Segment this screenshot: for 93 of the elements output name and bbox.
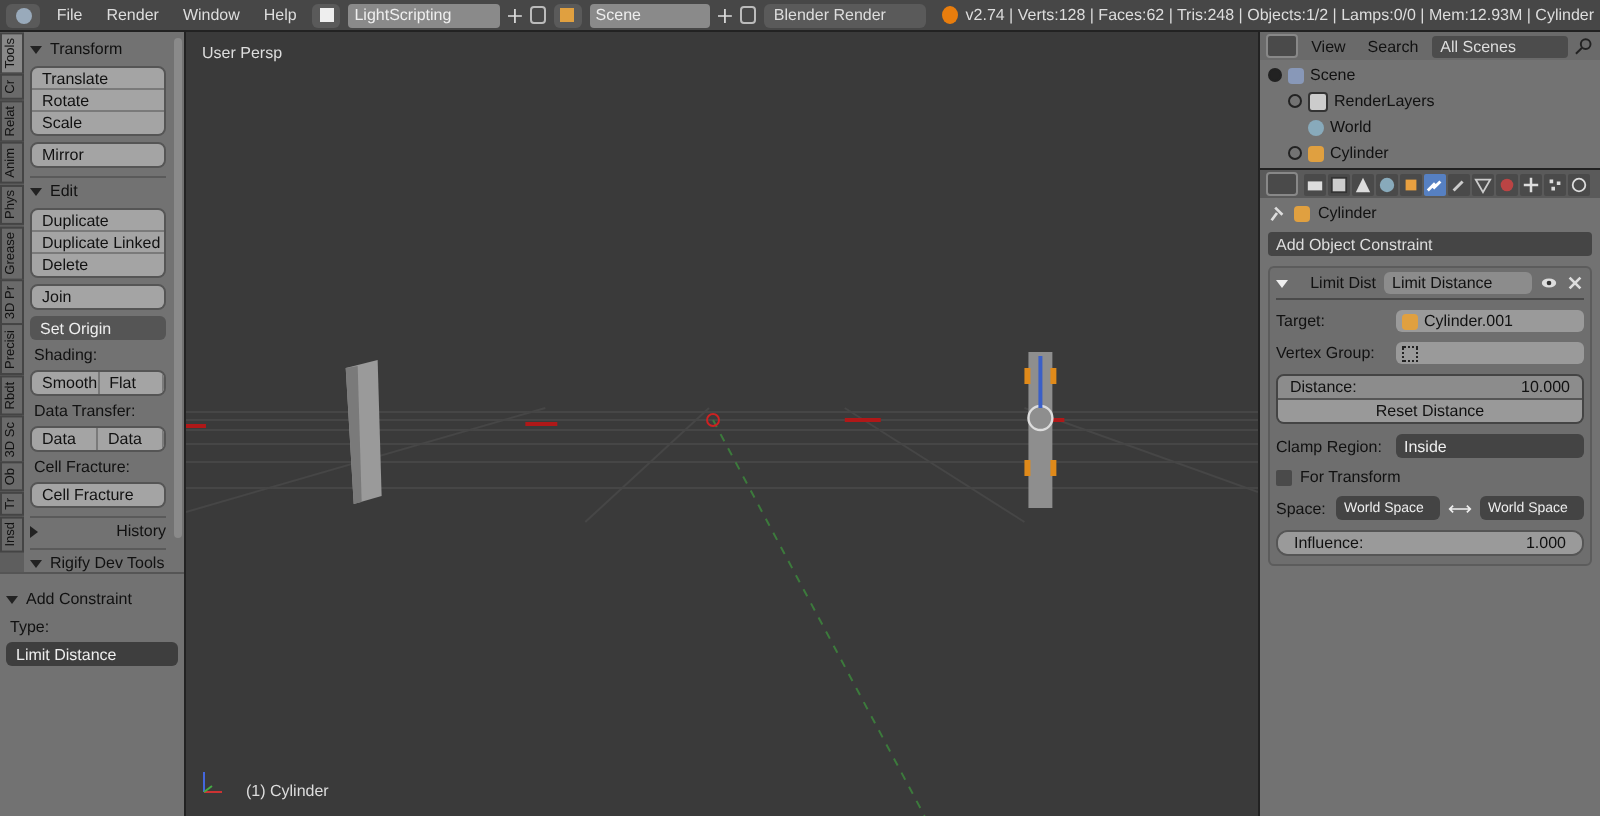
tool-button[interactable]: Smooth	[32, 372, 100, 394]
cross-icon[interactable]	[1520, 173, 1542, 195]
constraint-type-label: Limit Dist	[1308, 274, 1376, 292]
field-label: Space:	[1276, 499, 1328, 517]
expand-toggle-icon[interactable]	[1268, 68, 1282, 82]
editor-type-icon[interactable]	[1266, 34, 1298, 58]
panel-header[interactable]: Rigify Dev Tools	[30, 550, 166, 572]
tool-button[interactable]: Delete	[32, 254, 164, 276]
dots-icon[interactable]	[1544, 173, 1566, 195]
expand-triangle-icon[interactable]	[30, 559, 42, 567]
tool-button[interactable]: Duplicate	[32, 210, 164, 232]
tree-item[interactable]: RenderLayers	[1334, 92, 1435, 110]
constraint-name-field[interactable]: Limit Distance	[1384, 272, 1532, 294]
panel-title: History	[116, 522, 166, 540]
menu-item[interactable]: Window	[174, 6, 248, 24]
checkbox-label: For Transform	[1300, 468, 1403, 486]
section-label: Data Transfer:	[32, 402, 138, 420]
scene-icon	[1288, 67, 1304, 83]
menu-item[interactable]: Render	[98, 6, 167, 24]
target-field[interactable]: Cylinder.001	[1396, 310, 1584, 332]
triangle-icon[interactable]	[1472, 173, 1494, 195]
layout-field[interactable]: LightScripting	[348, 3, 500, 27]
field-label: Vertex Group:	[1276, 344, 1377, 362]
add-icon[interactable]	[507, 7, 522, 23]
add-icon[interactable]	[717, 7, 732, 23]
breadcrumb-label: Cylinder	[1318, 204, 1377, 222]
image-icon	[1308, 91, 1328, 111]
tool-button[interactable]: Cell Fracture	[32, 484, 164, 506]
dropdown[interactable]: Set Origin	[30, 316, 166, 340]
panel-title: Transform	[50, 40, 123, 58]
tool-button[interactable]: Data	[98, 428, 164, 450]
globe-icon[interactable]	[1376, 173, 1398, 195]
tool-button[interactable]: Translate	[32, 68, 164, 90]
menu-item[interactable]: Search	[1359, 37, 1427, 55]
menu-item[interactable]: View	[1303, 37, 1354, 55]
scene-field[interactable]: Scene	[589, 3, 710, 27]
panel-header[interactable]: Transform	[30, 36, 166, 62]
filter-dropdown[interactable]: All Scenes	[1432, 35, 1569, 57]
tool-button[interactable]: Join	[32, 286, 164, 308]
panel-title: Add Constraint	[26, 590, 132, 608]
logo-icon	[941, 6, 958, 24]
section-label: Cell Fracture:	[32, 458, 133, 476]
image-icon[interactable]	[1328, 173, 1350, 195]
expand-toggle-icon[interactable]	[1288, 146, 1302, 160]
menu-item[interactable]: Help	[255, 6, 305, 24]
distance-number-field[interactable]: Distance: 10.000	[1278, 376, 1582, 400]
section-label: Shading:	[32, 346, 100, 364]
influence-slider[interactable]: Influence: 1.000	[1276, 530, 1584, 556]
tree-item[interactable]: Scene	[1310, 66, 1356, 84]
clamp-region-dropdown[interactable]: Inside	[1396, 434, 1584, 458]
tool-button[interactable]: Data	[32, 428, 98, 450]
cube-icon	[1308, 145, 1324, 161]
panel-header[interactable]: Edit	[30, 178, 166, 204]
checkbox[interactable]	[1276, 469, 1292, 485]
tool-button[interactable]: Rotate	[32, 90, 164, 112]
tool-button[interactable]: Flat	[99, 372, 164, 394]
expand-triangle-icon[interactable]	[30, 45, 42, 53]
globe-icon	[1308, 119, 1324, 135]
layout-icon[interactable]	[312, 3, 341, 27]
menu-item[interactable]: File	[48, 6, 91, 24]
render-engine-dropdown[interactable]: Blender Render	[763, 3, 926, 27]
scrollbar[interactable]	[174, 38, 182, 538]
scene-statistics: v2.74 | Verts:128 | Faces:62 | Tris:248 | Objects:1/2 | Lamps:0/0 | Mem:12.93M | Cylinder	[965, 6, 1595, 24]
field-label: Clamp Region:	[1276, 437, 1384, 455]
tool-button[interactable]: Duplicate Linked	[32, 232, 164, 254]
panel-title: Edit	[50, 182, 78, 200]
double-arrow-icon	[1448, 501, 1472, 515]
axis-icon	[198, 768, 226, 796]
object-label: (1) Cylinder	[246, 782, 329, 800]
panel-title: Rigify Dev Tools	[50, 554, 165, 572]
expand-triangle-icon[interactable]	[6, 595, 18, 603]
vertex-group-field[interactable]	[1396, 342, 1584, 364]
view-label: User Persp	[202, 44, 283, 62]
editor-type-button[interactable]	[6, 3, 41, 27]
camera-icon[interactable]	[1304, 173, 1326, 195]
eye-icon[interactable]	[1540, 274, 1558, 292]
expand-toggle-icon[interactable]	[1288, 94, 1302, 108]
tree-item[interactable]: Cylinder	[1330, 144, 1389, 162]
cone-icon[interactable]	[1352, 173, 1374, 195]
panel-header[interactable]: History	[30, 518, 166, 544]
field-label: Target:	[1276, 312, 1327, 330]
tree-item[interactable]: World	[1330, 118, 1372, 136]
field-label: Type:	[8, 618, 52, 636]
reset-distance-button[interactable]: Reset Distance	[1278, 400, 1582, 422]
scene-icon[interactable]	[553, 3, 582, 27]
tool-button[interactable]: Mirror	[32, 144, 164, 166]
tool-button[interactable]: Scale	[32, 112, 164, 134]
search-icon[interactable]	[1574, 36, 1594, 56]
cube-icon[interactable]	[1400, 173, 1422, 195]
type-dropdown[interactable]: Limit Distance	[6, 642, 178, 666]
add-constraint-dropdown[interactable]: Add Object Constraint	[1268, 232, 1592, 256]
cube-icon	[1294, 205, 1310, 221]
expand-triangle-icon[interactable]	[30, 187, 42, 195]
